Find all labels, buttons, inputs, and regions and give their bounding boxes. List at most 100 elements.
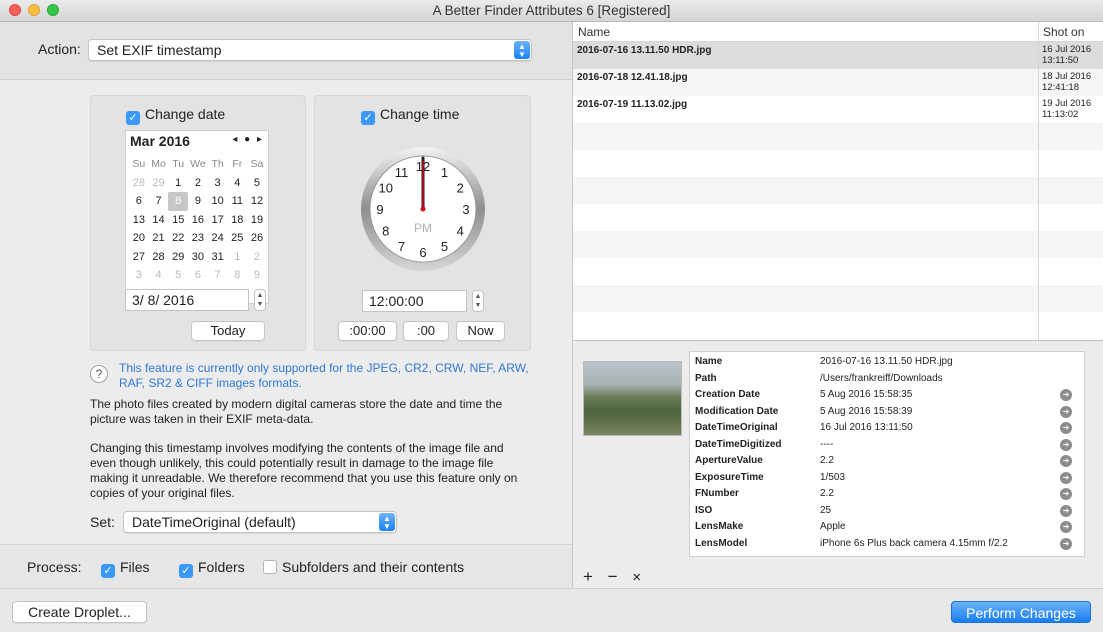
- metadata-row[interactable]: ExposureTime 1/503 ➜: [690, 470, 1072, 487]
- calendar-day[interactable]: 7: [149, 192, 169, 211]
- calendar-day[interactable]: 1: [168, 174, 188, 193]
- time-stepper[interactable]: ▲ ▼: [472, 290, 484, 312]
- calendar-day[interactable]: 2: [188, 174, 208, 193]
- analog-clock[interactable]: 121234567891011 PM: [360, 146, 486, 272]
- files-checkbox[interactable]: ✓ Files: [101, 559, 150, 578]
- metadata-row[interactable]: Path/Users/frankreiff/Downloads: [690, 371, 1072, 388]
- arrow-circle-icon[interactable]: ➜: [1060, 405, 1072, 418]
- calendar-day[interactable]: 25: [227, 229, 247, 248]
- metadata-row[interactable]: LensMake Apple ➜: [690, 519, 1072, 536]
- calendar-day[interactable]: 5: [168, 266, 188, 285]
- calendar-day[interactable]: 30: [188, 248, 208, 267]
- table-row[interactable]: 2016-07-19 11.13.02.jpg 19 Jul 2016 11:13:…: [573, 96, 1103, 123]
- calendar-nav-icons[interactable]: ◂ ● ▸: [232, 134, 264, 145]
- calendar-day[interactable]: 3: [208, 174, 228, 193]
- calendar[interactable]: Mar 2016 ◂ ● ▸ Su Mo Tu We Th Fr Sa 28 29 1 2 3 4 5 6 7…: [125, 130, 269, 304]
- calendar-day[interactable]: 17: [208, 211, 228, 230]
- calendar-day[interactable]: 3: [129, 266, 149, 285]
- action-popup[interactable]: Set EXIF timestamp ▲ ▼: [88, 39, 532, 61]
- calendar-day[interactable]: 16: [188, 211, 208, 230]
- calendar-day[interactable]: 27: [129, 248, 149, 267]
- metadata-row[interactable]: Modification Date 5 Aug 2016 15:58:39 ➜: [690, 404, 1072, 421]
- table-row[interactable]: 2016-07-16 13.11.50 HDR.jpg 16 Jul 2016 13…: [573, 42, 1103, 69]
- calendar-day[interactable]: 31: [208, 248, 228, 267]
- calendar-day[interactable]: 2: [247, 248, 267, 267]
- calendar-day[interactable]: 9: [188, 192, 208, 211]
- calendar-day[interactable]: 5: [247, 174, 267, 193]
- today-button[interactable]: Today: [191, 321, 265, 341]
- calendar-day[interactable]: 6: [188, 266, 208, 285]
- arrow-circle-icon[interactable]: ➜: [1060, 471, 1072, 484]
- clear-icon[interactable]: ×: [632, 569, 641, 586]
- remove-icon[interactable]: −: [608, 567, 618, 586]
- calendar-day[interactable]: 6: [129, 192, 149, 211]
- date-stepper[interactable]: ▲ ▼: [254, 289, 266, 311]
- calendar-day[interactable]: 12: [247, 192, 267, 211]
- arrow-circle-icon[interactable]: ➜: [1060, 438, 1072, 451]
- table-row[interactable]: [573, 312, 1103, 339]
- calendar-day[interactable]: 23: [188, 229, 208, 248]
- calendar-day[interactable]: 28: [149, 248, 169, 267]
- folders-checkbox[interactable]: ✓ Folders: [179, 559, 245, 578]
- calendar-day[interactable]: 29: [149, 174, 169, 193]
- set-seconds-zero-button[interactable]: :00: [403, 321, 449, 341]
- file-table[interactable]: Name Shot on 2016-07-16 13.11.50 HDR.jpg…: [573, 22, 1103, 340]
- calendar-day[interactable]: 9: [247, 266, 267, 285]
- calendar-day[interactable]: 13: [129, 211, 149, 230]
- metadata-row[interactable]: ApertureValue 2.2 ➜: [690, 453, 1072, 470]
- table-row[interactable]: [573, 123, 1103, 150]
- subfolders-checkbox[interactable]: Subfolders and their contents: [263, 559, 464, 575]
- metadata-list[interactable]: Name 2016-07-16 13.11.50 HDR.jpg Path/User…: [689, 351, 1085, 557]
- table-row[interactable]: 2016-07-18 12.41.18.jpg 18 Jul 2016 12:41:…: [573, 69, 1103, 96]
- arrow-circle-icon[interactable]: ➜: [1060, 389, 1072, 401]
- arrow-circle-icon[interactable]: ➜: [1060, 488, 1072, 500]
- change-time-checkbox[interactable]: ✓ Change time: [361, 106, 459, 125]
- calendar-day[interactable]: 24: [208, 229, 228, 248]
- table-row[interactable]: [573, 231, 1103, 258]
- calendar-day[interactable]: 26: [247, 229, 267, 248]
- calendar-day[interactable]: 18: [227, 211, 247, 230]
- now-button[interactable]: Now: [456, 321, 505, 341]
- metadata-row[interactable]: DateTimeOriginal 16 Jul 2016 13:11:50 ➜: [690, 420, 1072, 437]
- set-field-popup[interactable]: DateTimeOriginal (default) ▲ ▼: [123, 511, 397, 533]
- calendar-day[interactable]: 11: [227, 192, 247, 211]
- arrow-circle-icon[interactable]: ➜: [1060, 422, 1072, 434]
- metadata-row[interactable]: ISO 25 ➜: [690, 503, 1072, 520]
- calendar-day[interactable]: 21: [149, 229, 169, 248]
- table-row[interactable]: [573, 285, 1103, 312]
- arrow-circle-icon[interactable]: ➜: [1060, 521, 1072, 533]
- set-minutes-seconds-zero-button[interactable]: :00:00: [338, 321, 397, 341]
- time-field[interactable]: 12:00:00: [362, 290, 467, 312]
- calendar-day[interactable]: 14: [149, 211, 169, 230]
- calendar-day[interactable]: 10: [208, 192, 228, 211]
- arrow-circle-icon[interactable]: ➜: [1060, 504, 1072, 517]
- calendar-day[interactable]: 4: [227, 174, 247, 193]
- calendar-day[interactable]: 29: [168, 248, 188, 267]
- calendar-day[interactable]: 8: [227, 266, 247, 285]
- add-icon[interactable]: +: [583, 567, 593, 586]
- calendar-day-selected[interactable]: 8: [168, 192, 189, 211]
- table-row[interactable]: [573, 150, 1103, 177]
- metadata-row[interactable]: Creation Date 5 Aug 2016 15:58:35 ➜: [690, 387, 1072, 404]
- calendar-day[interactable]: 20: [129, 229, 149, 248]
- column-header-name[interactable]: Name: [578, 25, 610, 39]
- calendar-day[interactable]: 7: [208, 266, 228, 285]
- calendar-day[interactable]: 1: [227, 248, 247, 267]
- column-header-shot-on[interactable]: Shot on: [1043, 25, 1084, 39]
- table-row[interactable]: [573, 204, 1103, 231]
- calendar-day[interactable]: 28: [129, 174, 149, 193]
- help-icon[interactable]: ?: [90, 365, 108, 383]
- metadata-row[interactable]: LensModel iPhone 6s Plus back camera 4.15…: [690, 536, 1072, 553]
- perform-changes-button[interactable]: Perform Changes: [951, 601, 1091, 623]
- date-field[interactable]: 3/ 8/ 2016: [125, 289, 249, 311]
- change-date-checkbox[interactable]: ✓ Change date: [126, 106, 225, 125]
- table-row[interactable]: [573, 258, 1103, 285]
- calendar-day[interactable]: 19: [247, 211, 267, 230]
- metadata-row[interactable]: FNumber 2.2 ➜: [690, 486, 1072, 503]
- metadata-row[interactable]: DateTimeDigitized ---- ➜: [690, 437, 1072, 454]
- calendar-day[interactable]: 22: [168, 229, 188, 248]
- arrow-circle-icon[interactable]: ➜: [1060, 455, 1072, 467]
- calendar-day[interactable]: 15: [168, 211, 188, 230]
- calendar-day[interactable]: 4: [149, 266, 169, 285]
- metadata-row[interactable]: Name 2016-07-16 13.11.50 HDR.jpg: [690, 354, 1072, 371]
